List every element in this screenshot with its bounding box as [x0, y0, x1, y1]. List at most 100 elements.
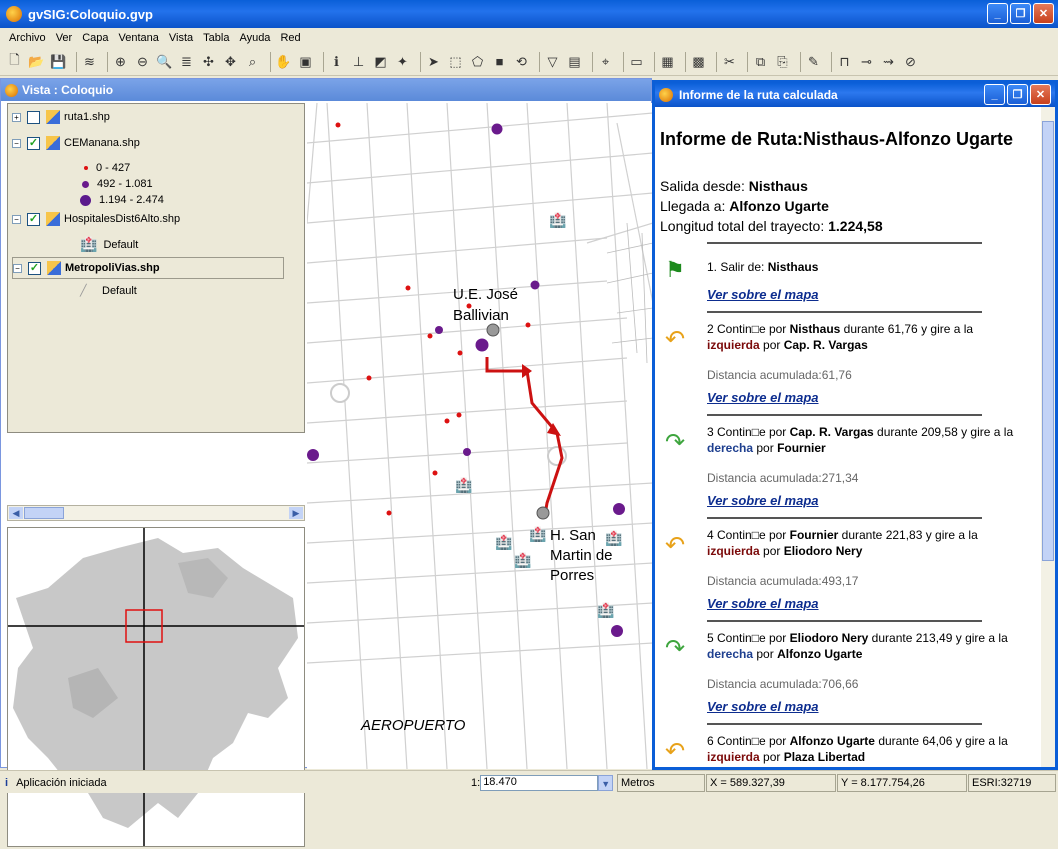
- menu-ver[interactable]: Ver: [51, 32, 78, 44]
- map-canvas[interactable]: 🏥 🏥 🏥 🏥 🏥 🏥 🏥 U.E. José Ballivian H. San Marti…: [307, 103, 653, 769]
- report-minimize-button[interactable]: _: [984, 84, 1005, 105]
- new-file-icon[interactable]: 🗋: [6, 52, 23, 70]
- open-folder-icon[interactable]: 📂: [28, 53, 45, 70]
- ver-mapa-link-3[interactable]: Ver sobre el mapa: [707, 493, 819, 508]
- report-maximize-button[interactable]: ❐: [1007, 84, 1028, 105]
- distance-accum-3: Distancia acumulada:271,34: [707, 471, 859, 485]
- menu-ventana[interactable]: Ventana: [114, 32, 164, 44]
- report-vertical-scrollbar[interactable]: [1041, 107, 1055, 767]
- maximize-button[interactable]: ❐: [1010, 3, 1031, 24]
- select-all-icon[interactable]: ■: [491, 53, 508, 70]
- legend-label: 492 - 1.081: [97, 178, 153, 190]
- scale-select[interactable]: 18.470: [480, 775, 599, 791]
- hospital-icon: 🏥: [80, 236, 98, 252]
- menu-tabla[interactable]: Tabla: [198, 32, 234, 44]
- measure-icon[interactable]: ⊥: [350, 53, 367, 70]
- select-arrow-icon[interactable]: ➤: [425, 53, 442, 70]
- legend-item: ╱ Default: [80, 284, 137, 298]
- network-icon[interactable]: ⊓: [836, 53, 853, 70]
- scroll-right-icon[interactable]: ▶: [289, 507, 303, 519]
- status-bar: i Aplicación iniciada 1: 18.470 ▼ Metros…: [0, 770, 1058, 793]
- zoom-in-icon[interactable]: ⊕: [112, 53, 129, 70]
- report-close-button[interactable]: ✕: [1030, 84, 1051, 105]
- line-icon: ╱: [80, 285, 87, 297]
- map-svg: 🏥🏥🏥 🏥🏥🏥 🏥 U.E. José Ballivian H. San Marti…: [307, 103, 653, 769]
- layer-checkbox[interactable]: [27, 110, 40, 124]
- rectangle-icon[interactable]: ▭: [628, 53, 645, 70]
- ver-mapa-link-5[interactable]: Ver sobre el mapa: [707, 699, 819, 714]
- toc-horizontal-scrollbar[interactable]: ◀ ▶: [7, 505, 305, 521]
- ver-mapa-link-2[interactable]: Ver sobre el mapa: [707, 390, 819, 405]
- frame-icon[interactable]: ▣: [297, 53, 314, 70]
- menu-archivo[interactable]: Archivo: [4, 32, 51, 44]
- zoom-region-icon[interactable]: 🔍: [156, 53, 173, 70]
- save-icon[interactable]: 💾: [50, 53, 67, 70]
- longitud-value: 1.224,58: [828, 218, 883, 234]
- collapse-icon[interactable]: −: [12, 138, 21, 148]
- table-select-icon[interactable]: ▤: [566, 53, 583, 70]
- zoom-out-icon[interactable]: ⊖: [134, 53, 151, 70]
- edit-icon[interactable]: ✎: [805, 53, 822, 70]
- table-icon[interactable]: ▦: [659, 53, 676, 70]
- select-rect-icon[interactable]: ⬚: [447, 53, 464, 70]
- info-icon[interactable]: ℹ: [328, 53, 345, 70]
- tools-icon[interactable]: ✂: [721, 53, 738, 70]
- svg-text:🏥: 🏥: [597, 602, 614, 619]
- toc-row-hospitales[interactable]: − ✓ HospitalesDist6Alto.shp: [12, 212, 180, 226]
- zoom-previous-icon[interactable]: ⌕: [244, 53, 261, 70]
- origin-label: U.E. José Ballivian: [453, 286, 518, 324]
- layer-icon: [47, 261, 61, 275]
- menu-vista[interactable]: Vista: [164, 32, 198, 44]
- y-coordinate: Y = 8.177.754,26: [837, 774, 967, 792]
- add-stop-icon[interactable]: ⊸: [858, 53, 875, 70]
- scroll-thumb[interactable]: [1042, 121, 1054, 561]
- locate-icon[interactable]: ⌖: [597, 53, 614, 70]
- collapse-icon[interactable]: −: [12, 214, 21, 224]
- hyperlink-icon[interactable]: ✦: [394, 53, 411, 70]
- legend-label: Default: [102, 284, 137, 297]
- app-titlebar: gvSIG:Coloquio.gvp _ ❐ ✕: [0, 0, 1058, 28]
- ver-mapa-link-4[interactable]: Ver sobre el mapa: [707, 596, 819, 611]
- llegada-value: Alfonzo Ugarte: [729, 198, 829, 214]
- route-icon[interactable]: ⇝: [880, 53, 897, 70]
- layers-icon[interactable]: ≋: [81, 53, 98, 70]
- collapse-icon[interactable]: −: [13, 263, 22, 273]
- expand-icon[interactable]: +: [12, 112, 21, 122]
- menu-ayuda[interactable]: Ayuda: [234, 32, 275, 44]
- paste-icon[interactable]: ⎘: [774, 53, 791, 70]
- report-heading: Informe de Ruta:Nisthaus-Alfonzo Ugarte: [660, 129, 1014, 149]
- layer-checkbox[interactable]: ✓: [27, 212, 40, 226]
- grid-icon[interactable]: ▩: [690, 53, 707, 70]
- toc-row-metropolivias[interactable]: − ✓ MetropoliVias.shp: [12, 257, 284, 279]
- locator-map[interactable]: [7, 527, 305, 847]
- chevron-down-icon[interactable]: ▼: [598, 775, 614, 791]
- svg-text:🏥: 🏥: [549, 212, 566, 229]
- select-polygon-icon[interactable]: ⬠: [469, 53, 486, 70]
- filter-icon[interactable]: ▽: [544, 53, 561, 70]
- clear-route-icon[interactable]: ⊘: [902, 53, 919, 70]
- toc-row-ruta1[interactable]: + ruta1.shp: [12, 110, 110, 124]
- invert-selection-icon[interactable]: ⟲: [513, 53, 530, 70]
- menu-red[interactable]: Red: [275, 32, 305, 44]
- step-street: Nisthaus: [767, 260, 819, 274]
- pan-hand-icon[interactable]: ✋: [275, 53, 292, 70]
- x-coordinate: X = 589.327,39: [706, 774, 836, 792]
- toc-row-cemanana[interactable]: − ✓ CEManana.shp: [12, 136, 140, 150]
- turn-right-icon: ↷: [664, 635, 686, 662]
- copy-icon[interactable]: ⧉: [752, 53, 769, 70]
- menu-capa[interactable]: Capa: [77, 32, 113, 44]
- zoom-all-icon[interactable]: ≣: [178, 53, 195, 70]
- layer-checkbox[interactable]: ✓: [28, 261, 41, 275]
- layer-checkbox[interactable]: ✓: [27, 136, 40, 150]
- zoom-fit-icon[interactable]: ✣: [200, 53, 217, 70]
- distance-accum-5: Distancia acumulada:706,66: [707, 677, 859, 691]
- scroll-thumb[interactable]: [24, 507, 64, 519]
- ver-mapa-link-1[interactable]: Ver sobre el mapa: [707, 287, 819, 302]
- status-message: Aplicación iniciada: [16, 777, 107, 789]
- scroll-left-icon[interactable]: ◀: [9, 507, 23, 519]
- zoom-extent-icon[interactable]: ✥: [222, 53, 239, 70]
- area-icon[interactable]: ◩: [372, 53, 389, 70]
- minimize-button[interactable]: _: [987, 3, 1008, 24]
- close-button[interactable]: ✕: [1033, 3, 1054, 24]
- legend-item: 0 - 427: [84, 162, 130, 174]
